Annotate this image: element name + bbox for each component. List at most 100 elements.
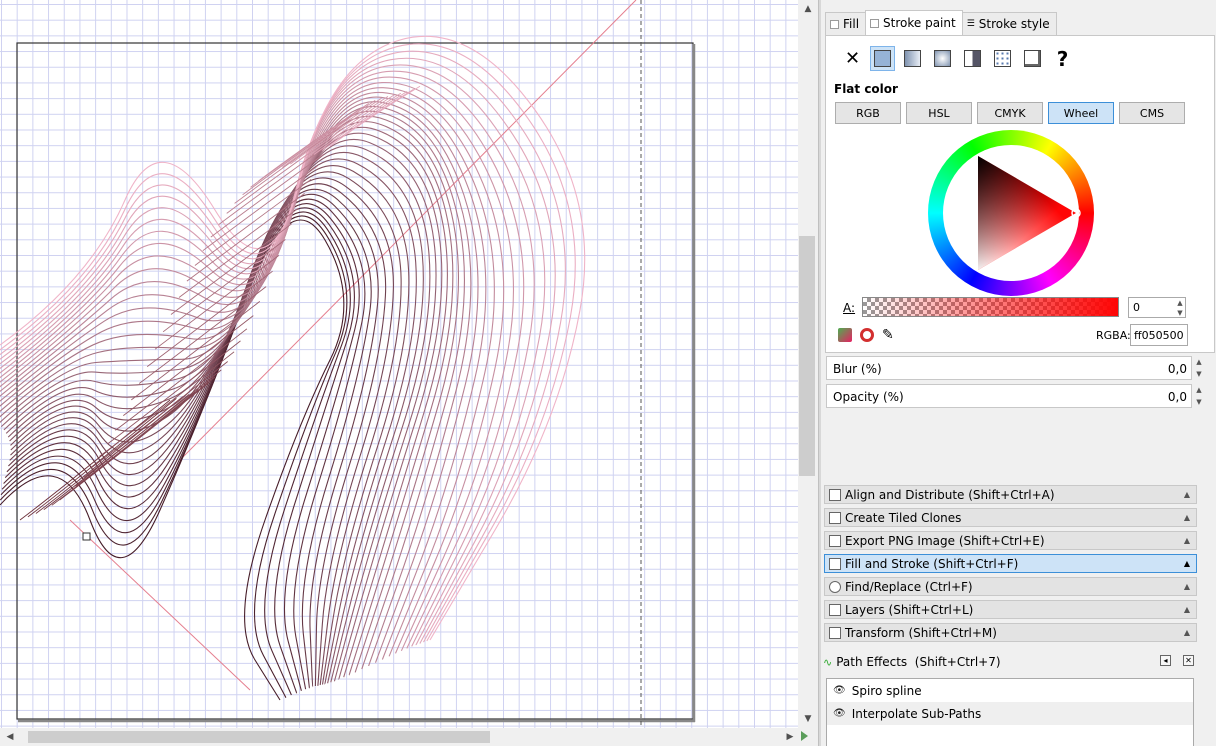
flat-color-label: Flat color <box>834 82 898 96</box>
color-wheel[interactable] <box>926 128 1096 298</box>
scroll-left-icon[interactable]: ◀ <box>2 730 18 744</box>
mode-cms[interactable]: CMS <box>1119 102 1185 124</box>
color-mode-tabs: RGB HSL CMYK Wheel CMS <box>835 102 1185 124</box>
path-effects-list: 👁 Spiro spline 👁 Interpolate Sub-Paths <box>826 678 1194 746</box>
artwork[interactable] <box>0 0 798 728</box>
spin-down-icon[interactable]: ▼ <box>1175 308 1185 318</box>
linear-gradient-icon[interactable] <box>900 46 925 71</box>
list-item[interactable]: 👁 Spiro spline <box>827 679 1193 702</box>
scroll-down-icon[interactable]: ▼ <box>800 712 816 726</box>
alpha-label: A: <box>843 301 856 315</box>
mesh-gradient-icon[interactable] <box>960 46 985 71</box>
tab-stroke-paint[interactable]: Stroke paint <box>865 10 963 35</box>
dock-export-png[interactable]: Export PNG Image (Shift+Ctrl+E) ▲ <box>824 531 1197 550</box>
stroke-style-tab-icon: ☰ <box>966 19 975 29</box>
mode-wheel[interactable]: Wheel <box>1048 102 1114 124</box>
opacity-value: 0,0 <box>1167 390 1187 404</box>
path-effect-label: Interpolate Sub-Paths <box>851 706 982 721</box>
no-paint-glyph: ✕ <box>844 48 861 69</box>
dock-align-distribute[interactable]: Align and Distribute (Shift+Ctrl+A) ▲ <box>824 485 1197 504</box>
zoom-corner-icon[interactable] <box>801 731 808 741</box>
alpha-spinbox[interactable]: 0 ▲ ▼ <box>1128 297 1186 318</box>
flat-color-icon[interactable] <box>870 46 895 71</box>
rgba-field[interactable]: ff050500 <box>1130 324 1188 346</box>
alpha-slider[interactable] <box>862 297 1119 317</box>
color-managed-icon[interactable] <box>838 328 852 342</box>
iconify-icon[interactable]: ◂ <box>1160 655 1171 666</box>
spin-up-icon[interactable]: ▲ <box>1175 298 1185 308</box>
unset-glyph: ? <box>1056 46 1069 71</box>
align-icon <box>829 488 841 501</box>
path-effects-header: ∿ Path Effects (Shift+Ctrl+7) <box>821 652 1196 672</box>
dock-label: Fill and Stroke (Shift+Ctrl+F) <box>845 556 1019 571</box>
dock-find-replace[interactable]: Find/Replace (Ctrl+F) ▲ <box>824 577 1197 596</box>
blur-field[interactable]: Blur (%) 0,0 <box>826 356 1192 380</box>
mode-cmyk[interactable]: CMYK <box>977 102 1043 124</box>
stroke-paint-pane: ✕ ? Flat color RGB HSL CMYK Wheel CMS A:… <box>825 35 1215 353</box>
horizontal-scrollbar[interactable]: ◀ ▶ <box>0 728 798 746</box>
pattern-icon[interactable] <box>990 46 1015 71</box>
diagonal-path-2 <box>69 519 251 691</box>
horizontal-scroll-thumb[interactable] <box>28 731 490 743</box>
collapse-icon[interactable]: ▲ <box>1184 513 1190 522</box>
opacity-field[interactable]: Opacity (%) 0,0 <box>826 384 1192 408</box>
dock-layers[interactable]: Layers (Shift+Ctrl+L) ▲ <box>824 600 1197 619</box>
blur-label: Blur (%) <box>833 362 882 376</box>
scroll-right-icon[interactable]: ▶ <box>782 730 798 744</box>
diagonal-path <box>179 0 637 461</box>
path-effects-buttons: ◂ ✕ <box>1160 655 1194 666</box>
tab-fill-label: Fill <box>843 17 860 31</box>
list-item[interactable]: 👁 Interpolate Sub-Paths <box>827 702 1193 725</box>
visibility-eye-icon[interactable]: 👁 <box>833 685 846 696</box>
eyedropper-icon[interactable]: ✎ <box>882 327 894 343</box>
blur-spin[interactable]: ▲ ▼ <box>1194 356 1204 380</box>
radial-gradient-icon[interactable] <box>930 46 955 71</box>
vertical-scrollbar[interactable]: ▲ ▼ <box>798 0 818 728</box>
dock-tiled-clones[interactable]: Create Tiled Clones ▲ <box>824 508 1197 527</box>
scroll-up-icon[interactable]: ▲ <box>800 2 816 16</box>
node-handle[interactable] <box>82 532 91 541</box>
collapse-icon[interactable]: ▲ <box>1184 628 1190 637</box>
mesh-rung <box>107 340 241 445</box>
dock-label: Transform (Shift+Ctrl+M) <box>845 625 997 640</box>
collapse-icon[interactable]: ▲ <box>1184 582 1190 591</box>
close-icon[interactable]: ✕ <box>1183 655 1194 666</box>
collapse-icon[interactable]: ▲ <box>1184 536 1190 545</box>
dock-fill-stroke[interactable]: Fill and Stroke (Shift+Ctrl+F) ▲ <box>824 554 1197 573</box>
collapse-icon[interactable]: ▲ <box>1184 605 1190 614</box>
mode-rgb[interactable]: RGB <box>835 102 901 124</box>
no-paint-icon[interactable]: ✕ <box>840 46 865 71</box>
dock-label: Layers (Shift+Ctrl+L) <box>845 602 974 617</box>
sub-path <box>0 35 586 641</box>
export-icon <box>829 534 841 547</box>
unset-paint-icon[interactable]: ? <box>1050 46 1075 71</box>
visibility-eye-icon[interactable]: 👁 <box>833 708 846 719</box>
alpha-value: 0 <box>1133 301 1140 314</box>
path-effects-title: Path Effects (Shift+Ctrl+7) <box>836 655 1001 669</box>
dock-label: Find/Replace (Ctrl+F) <box>845 579 973 594</box>
dock-transform[interactable]: Transform (Shift+Ctrl+M) ▲ <box>824 623 1197 642</box>
tab-fill[interactable]: Fill <box>825 12 867 35</box>
collapse-icon[interactable]: ▲ <box>1184 559 1190 568</box>
mesh-rung <box>91 361 228 469</box>
path-effects-icon: ∿ <box>823 655 833 669</box>
mode-hsl[interactable]: HSL <box>906 102 972 124</box>
vertical-scroll-thumb[interactable] <box>799 236 815 476</box>
drawing-canvas[interactable] <box>0 0 798 728</box>
out-of-gamut-icon[interactable] <box>860 328 874 342</box>
sub-path <box>0 219 345 701</box>
swatch-icon[interactable] <box>1020 46 1045 71</box>
color-tools: ✎ <box>838 327 894 343</box>
mesh-rung <box>27 398 177 518</box>
opacity-spin[interactable]: ▲ ▼ <box>1194 384 1204 408</box>
fill-stroke-tabs: Fill Stroke paint ☰ Stroke style <box>825 10 1057 35</box>
mesh-rung <box>170 223 293 315</box>
sub-path <box>3 138 437 682</box>
sub-path <box>0 110 465 670</box>
mesh-rung <box>115 328 248 431</box>
sub-path <box>9 158 417 685</box>
collapse-icon[interactable]: ▲ <box>1184 490 1190 499</box>
mesh-rung <box>123 315 254 416</box>
mesh-rung <box>186 193 305 282</box>
tab-stroke-style[interactable]: ☰ Stroke style <box>961 12 1057 35</box>
